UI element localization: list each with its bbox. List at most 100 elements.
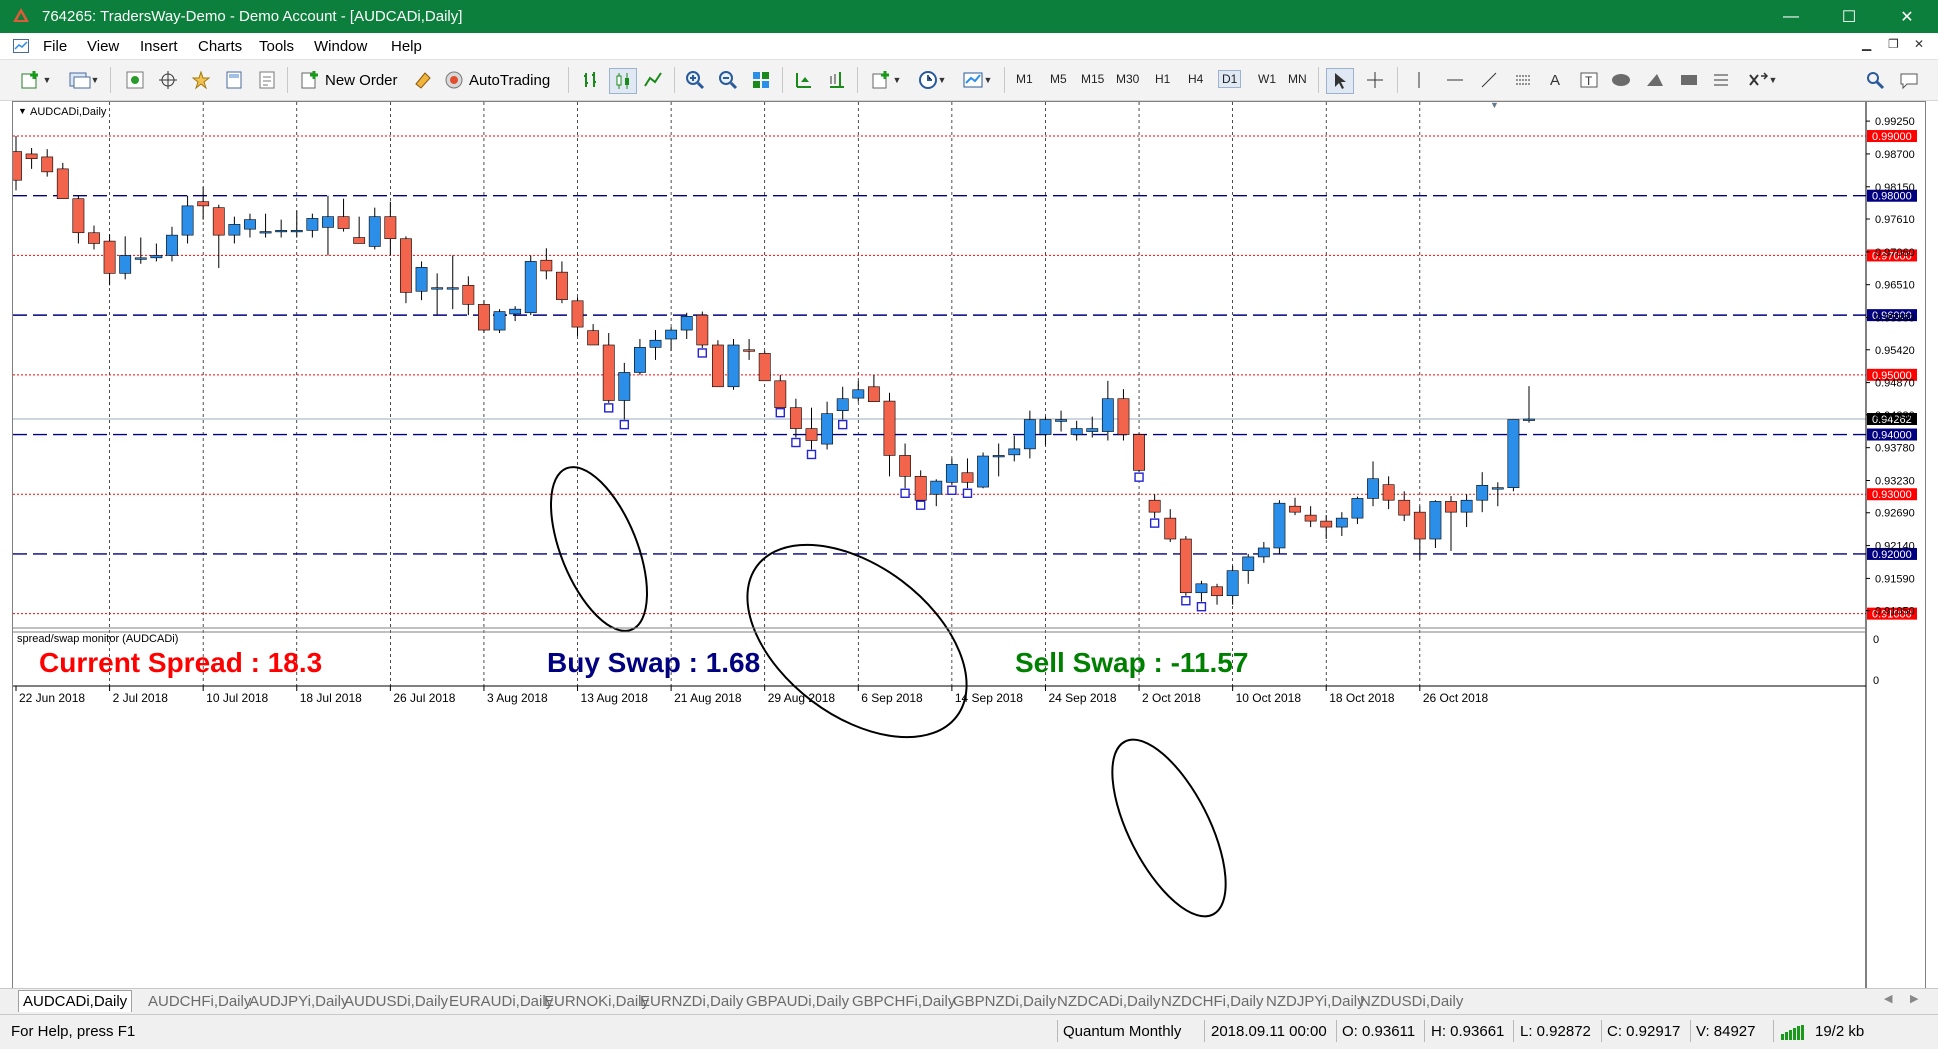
chart-tab[interactable]: EURNZDi,Daily: [636, 991, 747, 1012]
navigator-button[interactable]: [188, 68, 214, 92]
candle-body: [13, 151, 22, 181]
candle-body: [1491, 487, 1504, 490]
new-order-button[interactable]: New Order: [300, 68, 406, 92]
templates-button[interactable]: ▼: [957, 68, 997, 92]
chart-tab[interactable]: GBPNZDi,Daily: [949, 991, 1060, 1012]
profiles-icon: [69, 72, 91, 89]
candle-body: [25, 153, 38, 160]
candle-body: [992, 455, 1005, 458]
app-logo-icon: [13, 8, 29, 22]
autotrading-label: AutoTrading: [469, 71, 551, 89]
chart-canvas[interactable]: 0.990000.980000.970000.960000.950000.940…: [13, 102, 1925, 989]
trendline-button[interactable]: [1476, 68, 1502, 92]
bar-chart-button[interactable]: [578, 68, 604, 92]
timeframe-m30[interactable]: M30: [1116, 72, 1139, 86]
tab-scroll-left-icon[interactable]: ◀: [1884, 992, 1892, 1005]
candle-body: [368, 216, 381, 247]
vertical-line-button[interactable]: [1406, 68, 1432, 92]
timeframe-mn[interactable]: MN: [1288, 72, 1307, 86]
child-close-icon[interactable]: ✕: [1914, 37, 1924, 51]
indicators-button[interactable]: ▼: [866, 68, 906, 92]
chart-tab[interactable]: AUDCADi,Daily: [18, 990, 133, 1012]
chart-tab[interactable]: NZDCADi,Daily: [1053, 991, 1164, 1012]
new-chart-button[interactable]: ▼: [16, 68, 56, 92]
menu-insert[interactable]: Insert: [140, 38, 178, 55]
chart-tab[interactable]: NZDJPYi,Daily: [1262, 991, 1369, 1012]
chart-tab[interactable]: AUDJPYi,Daily: [245, 991, 352, 1012]
status-profile[interactable]: Quantum Monthly: [1063, 1023, 1181, 1040]
timeframe-m1[interactable]: M1: [1016, 72, 1033, 86]
terminal-button[interactable]: [221, 68, 247, 92]
zoom-in-button[interactable]: [682, 68, 708, 92]
chart-tab[interactable]: GBPCHFi,Daily: [848, 991, 959, 1012]
tile-windows-button[interactable]: [748, 68, 774, 92]
chart-tab[interactable]: NZDUSDi,Daily: [1356, 991, 1467, 1012]
shift-marker-icon[interactable]: ▼: [1490, 102, 1499, 110]
indicators-icon: [872, 71, 889, 89]
horizontal-line-button[interactable]: [1442, 68, 1468, 92]
text-tool-button[interactable]: A: [1542, 68, 1568, 92]
arrows-tool-button[interactable]: ▼: [1742, 68, 1782, 92]
candle-body: [1413, 511, 1426, 540]
crosshair-tool-button[interactable]: [1362, 68, 1388, 92]
status-bar: For Help, press F1 Quantum Monthly 2018.…: [0, 1014, 1938, 1049]
chart-tab[interactable]: NZDCHFi,Daily: [1157, 991, 1268, 1012]
chart-shift-button[interactable]: [823, 68, 849, 92]
equidistant-channel-button[interactable]: [1510, 68, 1536, 92]
candle-body: [665, 329, 678, 340]
templates-icon: [963, 72, 983, 88]
market-watch-button[interactable]: [122, 68, 148, 92]
timeframe-h1[interactable]: H1: [1155, 72, 1170, 86]
minimize-button[interactable]: —: [1762, 0, 1820, 33]
timeframe-h4[interactable]: H4: [1188, 72, 1203, 86]
chart-symbol-arrow-icon[interactable]: ▼: [18, 106, 27, 116]
menu-tools[interactable]: Tools: [259, 38, 294, 55]
ellipse-tool-button[interactable]: [1608, 68, 1634, 92]
child-minimize-icon[interactable]: ▁: [1862, 37, 1871, 51]
profiles-button[interactable]: ▼: [64, 68, 104, 92]
cursor-tool-button[interactable]: [1326, 68, 1354, 94]
chart-tab[interactable]: GBPAUDi,Daily: [742, 991, 853, 1012]
data-window-button[interactable]: [155, 68, 181, 92]
candle-body: [41, 156, 54, 173]
timeframe-m5[interactable]: M5: [1050, 72, 1067, 86]
menu-file[interactable]: File: [43, 38, 67, 55]
chart-tab-bar: AUDCADi,Daily AUDCHFi,Daily AUDJPYi,Daily A…: [0, 988, 1938, 1014]
chart-tab[interactable]: AUDUSDi,Daily: [340, 991, 452, 1012]
child-restore-icon[interactable]: ❐: [1888, 37, 1899, 51]
chart-tab[interactable]: AUDCHFi,Daily: [144, 991, 255, 1012]
timeframe-m15[interactable]: M15: [1081, 72, 1104, 86]
connection-bars-icon[interactable]: [1780, 1024, 1812, 1040]
metaeditor-button[interactable]: [410, 68, 436, 92]
line-chart-button[interactable]: [640, 68, 666, 92]
current-spread-text: Current Spread : 18.3: [39, 647, 322, 678]
close-button[interactable]: ✕: [1878, 0, 1936, 33]
timeframe-w1[interactable]: W1: [1258, 72, 1276, 86]
tab-scroll-right-icon[interactable]: ▶: [1910, 992, 1918, 1005]
candle-body: [509, 308, 522, 315]
menu-view[interactable]: View: [87, 38, 119, 55]
triangle-tool-button[interactable]: [1642, 68, 1668, 92]
zoom-out-button[interactable]: [715, 68, 741, 92]
search-button[interactable]: [1862, 68, 1888, 92]
highlight-ellipse-oct: [1111, 738, 1227, 918]
label-tool-button[interactable]: T: [1576, 68, 1602, 92]
chart-window[interactable]: 0.99000 0.98000 0.97000 0.96000 0.95000 0.940…: [12, 101, 1926, 990]
timeframe-d1[interactable]: D1: [1218, 70, 1242, 88]
line-chart-icon: [644, 72, 662, 87]
maximize-button[interactable]: ☐: [1820, 0, 1878, 33]
price-tick-label: 0.94870: [1875, 378, 1915, 390]
autotrading-button[interactable]: AutoTrading: [444, 68, 560, 92]
cursor-icon: [1335, 73, 1346, 89]
candle-body: [212, 207, 225, 236]
rectangle-tool-button[interactable]: [1676, 68, 1702, 92]
periods-button[interactable]: ▼: [912, 68, 952, 92]
menu-help[interactable]: Help: [391, 38, 422, 55]
strategy-tester-button[interactable]: [254, 68, 280, 92]
fibonacci-tool-button[interactable]: [1708, 68, 1734, 92]
menu-window[interactable]: Window: [314, 38, 367, 55]
scroll-end-button[interactable]: [790, 68, 816, 92]
chat-button[interactable]: [1896, 68, 1922, 92]
candlestick-button[interactable]: [609, 68, 637, 94]
menu-charts[interactable]: Charts: [198, 38, 242, 55]
